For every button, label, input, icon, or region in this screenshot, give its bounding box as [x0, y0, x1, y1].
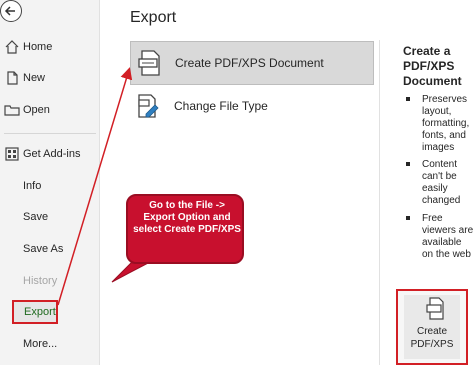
create-pdf-xps-button[interactable]: Create PDF/XPS — [404, 295, 460, 359]
create-pdf-xps-label: Create PDF/XPS Document — [175, 56, 324, 70]
nav-home-label: Home — [23, 41, 53, 53]
back-arrow-icon — [4, 6, 15, 16]
nav-save-as-label: Save As — [23, 243, 64, 255]
nav-open-label: Open — [23, 104, 50, 116]
create-pdf-xps-highlight: Create PDF/XPS — [396, 289, 468, 365]
bullet-free-viewers: Free viewers are available on the web — [406, 213, 474, 261]
bullet-text: Preserves layout, formatting, fonts, and… — [422, 94, 470, 153]
backstage-nav: Home New Open Get Add-ins Info Save Save… — [0, 0, 100, 365]
page-title: Export — [130, 9, 177, 26]
nav-get-add-ins-label: Get Add-ins — [23, 148, 81, 160]
nav-more-label: More... — [23, 338, 58, 350]
change-file-type-icon — [136, 92, 162, 120]
create-pdf-xps-option[interactable]: Create PDF/XPS Document — [130, 41, 374, 85]
pdf-document-icon — [426, 297, 446, 326]
right-panel-title: Create a PDF/XPS Document — [403, 44, 462, 88]
change-file-type-label: Change File Type — [174, 99, 268, 113]
create-pdf-xps-button-label: Create PDF/XPS — [410, 326, 454, 350]
add-ins-grid-icon — [4, 146, 20, 162]
nav-item-get-add-ins[interactable]: Get Add-ins — [0, 142, 99, 166]
bullet-content: Content can't be easily changed — [406, 159, 474, 207]
nav-new-label: New — [23, 72, 46, 84]
nav-history-label: History — [23, 275, 58, 287]
bullet-preserves: Preserves layout, formatting, fonts, and… — [406, 94, 474, 154]
bullet-text: Free viewers are available on the web — [422, 213, 474, 260]
bullet-text: Content can't be easily changed — [422, 159, 461, 206]
bullet-dot — [406, 216, 410, 220]
callout-pointer — [111, 261, 151, 283]
bullet-dot — [406, 162, 410, 166]
nav-item-save-as[interactable]: Save As — [0, 237, 99, 261]
pdf-document-icon — [137, 49, 163, 77]
nav-item-export[interactable]: Export — [12, 300, 58, 324]
home-icon — [4, 39, 20, 55]
nav-item-more[interactable]: More... — [0, 332, 99, 356]
nav-item-save[interactable]: Save — [0, 205, 99, 229]
nav-info-label: Info — [23, 180, 42, 192]
annotation-callout: Go to the File -> Export Option and sele… — [126, 194, 244, 264]
bullet-dot — [406, 97, 410, 101]
folder-icon — [4, 102, 20, 118]
nav-item-open[interactable]: Open — [0, 98, 99, 122]
panel-divider — [379, 40, 380, 365]
annotation-text: Go to the File -> Export Option and sele… — [133, 200, 241, 235]
new-document-icon — [4, 70, 20, 86]
nav-item-new[interactable]: New — [0, 66, 99, 90]
nav-save-label: Save — [23, 211, 49, 223]
nav-item-home[interactable]: Home — [0, 35, 99, 59]
change-file-type-option[interactable]: Change File Type — [130, 84, 374, 128]
back-button[interactable] — [0, 0, 22, 22]
nav-divider — [4, 133, 96, 134]
nav-export-label: Export — [24, 306, 56, 318]
nav-item-history: History — [0, 269, 99, 293]
nav-item-info[interactable]: Info — [0, 174, 99, 198]
